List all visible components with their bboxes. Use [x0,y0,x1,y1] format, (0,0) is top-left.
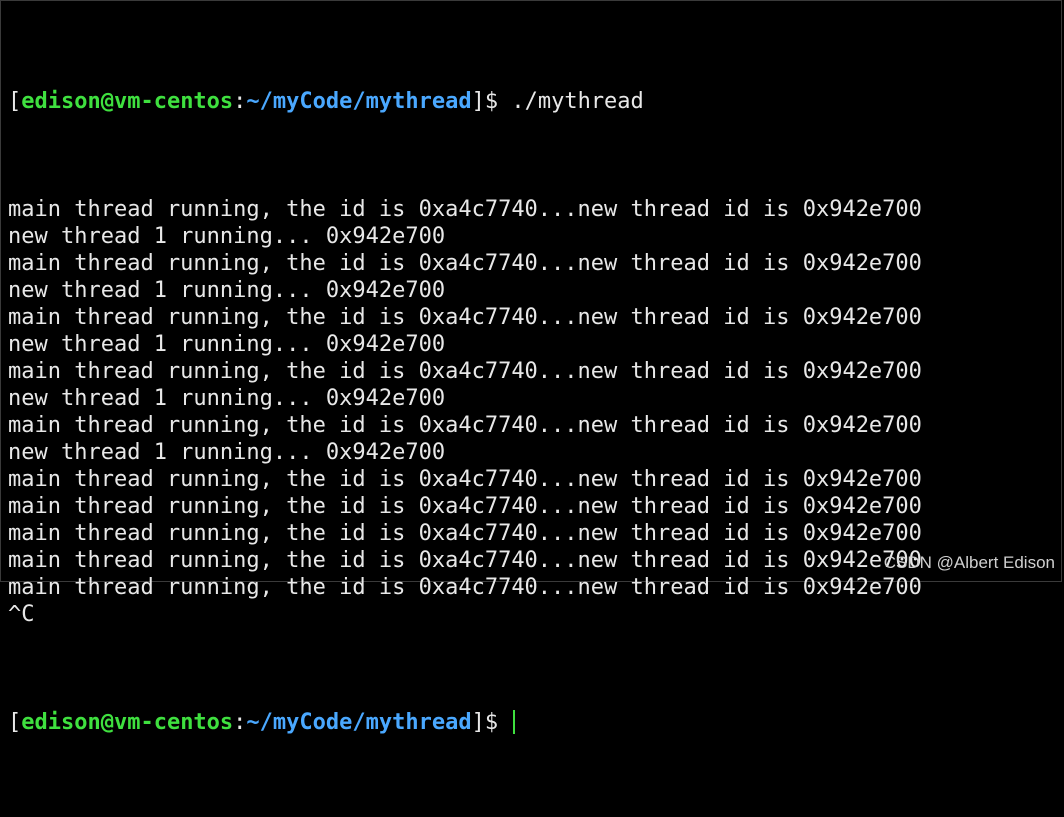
output-line: main thread running, the id is 0xa4c7740… [8,494,922,519]
watermark: CSDN @Albert Edison [883,553,1055,572]
command-line: [edison@vm-centos:~/myCode/mythread]$ ./… [8,88,1061,115]
output-line: new thread 1 running... 0x942e700 [8,224,446,249]
output-line: new thread 1 running... 0x942e700 [8,386,446,411]
prompt-user-host: edison@vm-centos [21,89,234,114]
output-line: main thread running, the id is 0xa4c7740… [8,197,922,222]
prompt-close-bracket: ] [471,89,485,114]
prompt-path: ~/myCode/mythread [246,89,472,114]
text-cursor[interactable] [513,710,516,734]
active-prompt-line[interactable]: [edison@vm-centos:~/myCode/mythread]$ [8,709,1061,736]
output-line: main thread running, the id is 0xa4c7740… [8,251,922,276]
output-line: new thread 1 running... 0x942e700 [8,332,446,357]
command-text: ./mythread [511,89,644,114]
output-line: main thread running, the id is 0xa4c7740… [8,359,922,384]
output-line: ^C [8,602,35,627]
prompt-colon: : [233,89,247,114]
prompt-user-host: edison@vm-centos [21,710,234,735]
prompt-close-bracket: ] [471,710,485,735]
prompt-open-bracket: [ [8,89,22,114]
output-line: main thread running, the id is 0xa4c7740… [8,575,922,600]
terminal-window[interactable]: [edison@vm-centos:~/myCode/mythread]$ ./… [0,0,1062,735]
prompt-open-bracket: [ [8,710,22,735]
prompt-path: ~/myCode/mythread [246,710,472,735]
output-line: main thread running, the id is 0xa4c7740… [8,305,922,330]
output-line: main thread running, the id is 0xa4c7740… [8,467,922,492]
output-line: new thread 1 running... 0x942e700 [8,278,446,303]
terminal-screen[interactable]: [edison@vm-centos:~/myCode/mythread]$ ./… [8,7,1061,817]
output-line: main thread running, the id is 0xa4c7740… [8,521,922,546]
output-line: new thread 1 running... 0x942e700 [8,440,446,465]
prompt-symbol: $ [484,89,512,114]
output-line: main thread running, the id is 0xa4c7740… [8,413,922,438]
prompt-symbol: $ [484,710,512,735]
prompt-colon: : [233,710,247,735]
